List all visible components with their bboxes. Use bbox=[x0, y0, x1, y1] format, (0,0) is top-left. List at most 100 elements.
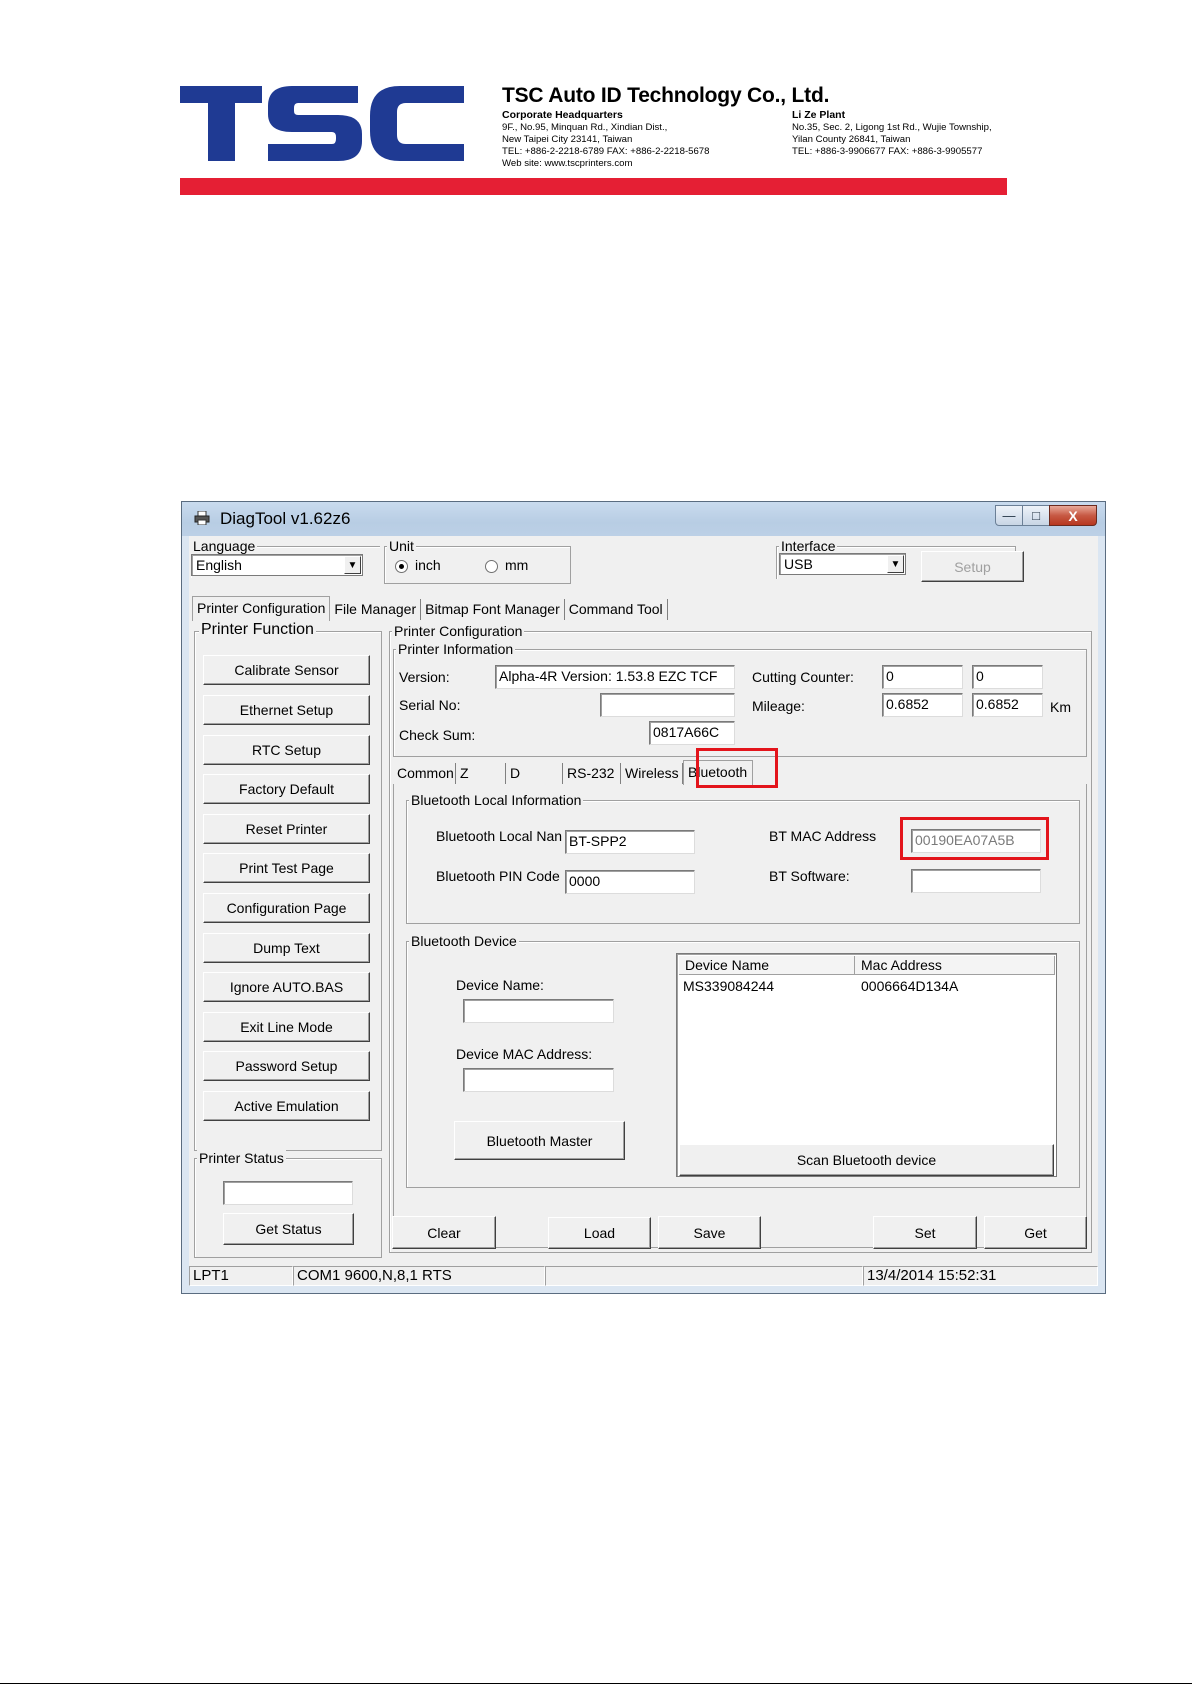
table-row[interactable]: MS339084244 bbox=[683, 978, 774, 994]
language-value: English bbox=[196, 557, 242, 573]
close-icon: X bbox=[1068, 507, 1078, 524]
mac-address-highlight bbox=[900, 817, 1049, 860]
bluetooth-device-list[interactable]: Device Name Mac Address MS339084244 0006… bbox=[676, 953, 1057, 1177]
password-setup-button[interactable]: Password Setup bbox=[203, 1051, 370, 1081]
bt-local-name-field[interactable]: BT-SPP2 bbox=[565, 830, 695, 854]
bluetooth-device-title: Bluetooth Device bbox=[409, 933, 519, 949]
bt-software-field bbox=[911, 869, 1041, 893]
bt-local-name-label: Bluetooth Local Nan bbox=[436, 828, 563, 844]
configuration-page-button[interactable]: Configuration Page bbox=[203, 893, 370, 923]
maximize-button[interactable]: □ bbox=[1022, 505, 1050, 526]
page-footer-rule bbox=[0, 1683, 1192, 1684]
device-mac-address-field[interactable] bbox=[463, 1068, 614, 1092]
window-title: DiagTool v1.62z6 bbox=[220, 509, 351, 528]
print-test-page-button[interactable]: Print Test Page bbox=[203, 853, 370, 883]
status-middle bbox=[545, 1266, 863, 1286]
printer-icon bbox=[194, 511, 210, 525]
cutting-counter-field-2: 0 bbox=[972, 665, 1043, 689]
chevron-down-icon[interactable]: ▼ bbox=[344, 556, 361, 574]
device-list-header: Device Name Mac Address bbox=[679, 956, 1055, 975]
minimize-icon: — bbox=[1002, 508, 1016, 523]
tab-common[interactable]: Common bbox=[393, 763, 456, 784]
status-bar: LPT1 COM1 9600,N,8,1 RTS 13/4/2014 15:52… bbox=[189, 1264, 1098, 1286]
hq-line: 9F., No.95, Minquan Rd., Xindian Dist., bbox=[502, 121, 668, 133]
cutting-counter-label: Cutting Counter: bbox=[752, 669, 854, 685]
calibrate-sensor-button[interactable]: Calibrate Sensor bbox=[203, 655, 370, 685]
minimize-button[interactable]: — bbox=[995, 505, 1023, 526]
column-device-name[interactable]: Device Name bbox=[679, 956, 855, 975]
main-tabs: Printer Configuration File Manager Bitma… bbox=[192, 594, 668, 621]
reset-printer-button[interactable]: Reset Printer bbox=[203, 814, 370, 844]
tab-z[interactable]: Z bbox=[456, 763, 506, 784]
mileage-label: Mileage: bbox=[752, 698, 805, 714]
tab-rs232[interactable]: RS-232 bbox=[563, 763, 621, 784]
status-datetime: 13/4/2014 15:52:31 bbox=[863, 1266, 1098, 1286]
tab-wireless[interactable]: Wireless bbox=[621, 763, 683, 784]
active-emulation-button[interactable]: Active Emulation bbox=[203, 1091, 370, 1121]
device-name-label: Device Name: bbox=[456, 977, 544, 993]
bt-pin-code-label: Bluetooth PIN Code bbox=[436, 868, 560, 884]
factory-default-button[interactable]: Factory Default bbox=[203, 774, 370, 804]
column-mac-address[interactable]: Mac Address bbox=[855, 956, 1055, 975]
chevron-down-icon[interactable]: ▼ bbox=[887, 555, 904, 573]
dump-text-button[interactable]: Dump Text bbox=[203, 933, 370, 963]
hq-website: Web site: www.tscprinters.com bbox=[502, 157, 633, 169]
bt-mac-address-label: BT MAC Address bbox=[769, 828, 877, 844]
tab-bitmap-font-manager[interactable]: Bitmap Font Manager bbox=[421, 599, 565, 620]
ignore-autobas-button[interactable]: Ignore AUTO.BAS bbox=[203, 972, 370, 1002]
rtc-setup-button[interactable]: RTC Setup bbox=[203, 735, 370, 765]
tab-printer-configuration[interactable]: Printer Configuration bbox=[192, 596, 331, 621]
bluetooth-master-button[interactable]: Bluetooth Master bbox=[454, 1121, 625, 1160]
device-name-field[interactable] bbox=[463, 999, 614, 1023]
bt-pin-code-field[interactable]: 0000 bbox=[565, 870, 695, 894]
unit-label: Unit bbox=[387, 538, 416, 554]
load-button[interactable]: Load bbox=[548, 1217, 651, 1249]
unit-mm-label: mm bbox=[505, 557, 529, 573]
letterhead: TSC Auto ID Technology Co., Ltd. Corpora… bbox=[180, 82, 1007, 196]
version-label: Version: bbox=[399, 669, 450, 685]
unit-inch-label: inch bbox=[415, 557, 441, 573]
scan-bluetooth-device-button[interactable]: Scan Bluetooth device bbox=[679, 1144, 1054, 1176]
setup-button[interactable]: Setup bbox=[921, 551, 1024, 582]
bluetooth-local-title: Bluetooth Local Information bbox=[409, 792, 584, 808]
save-button[interactable]: Save bbox=[658, 1216, 761, 1249]
plant-line: TEL: +886-3-9906677 FAX: +886-3-9905577 bbox=[792, 145, 983, 157]
company-name: TSC Auto ID Technology Co., Ltd. bbox=[502, 84, 830, 107]
table-row[interactable]: 0006664D134A bbox=[861, 978, 958, 994]
ethernet-setup-button[interactable]: Ethernet Setup bbox=[203, 695, 370, 725]
plant-address: Li Ze Plant No.35, Sec. 2, Ligong 1st Rd… bbox=[792, 109, 992, 158]
hq-line: New Taipei City 23141, Taiwan bbox=[502, 133, 633, 145]
mileage-field-1: 0.6852 bbox=[882, 693, 963, 717]
tab-file-manager[interactable]: File Manager bbox=[330, 599, 422, 620]
cutting-counter-field-1: 0 bbox=[882, 665, 963, 689]
diagtool-window: DiagTool v1.62z6 — □ X Language English … bbox=[181, 501, 1106, 1294]
printer-status-field bbox=[223, 1181, 353, 1205]
language-select[interactable]: English ▼ bbox=[191, 554, 363, 576]
printer-status-title: Printer Status bbox=[197, 1150, 286, 1166]
printer-configuration-title: Printer Configuration bbox=[392, 623, 525, 639]
get-button[interactable]: Get bbox=[984, 1216, 1087, 1249]
maximize-icon: □ bbox=[1032, 508, 1040, 523]
window-controls: — □ X bbox=[995, 505, 1097, 527]
hq-address: Corporate Headquarters 9F., No.95, Minqu… bbox=[502, 109, 709, 170]
unit-mm-radio[interactable] bbox=[485, 560, 498, 573]
set-button[interactable]: Set bbox=[873, 1216, 977, 1249]
clear-button[interactable]: Clear bbox=[392, 1216, 496, 1249]
unit-inch-radio[interactable] bbox=[395, 560, 408, 573]
device-mac-address-label: Device MAC Address: bbox=[456, 1046, 593, 1062]
title-bar[interactable]: DiagTool v1.62z6 — □ X bbox=[182, 502, 1105, 536]
exit-line-mode-button[interactable]: Exit Line Mode bbox=[203, 1012, 370, 1042]
window-client: Language English ▼ Unit inch mm Interfac… bbox=[189, 536, 1098, 1286]
unit-group: Unit bbox=[384, 538, 571, 584]
tab-d[interactable]: D bbox=[506, 763, 563, 784]
close-button[interactable]: X bbox=[1049, 505, 1097, 526]
interface-value: USB bbox=[784, 556, 813, 572]
printer-function-title: Printer Function bbox=[199, 621, 316, 639]
serial-no-field[interactable] bbox=[600, 693, 735, 717]
mileage-unit: Km bbox=[1050, 699, 1071, 715]
interface-select[interactable]: USB ▼ bbox=[779, 553, 906, 575]
status-com-settings: COM1 9600,N,8,1 RTS bbox=[293, 1266, 545, 1286]
interface-label: Interface bbox=[779, 538, 838, 554]
get-status-button[interactable]: Get Status bbox=[223, 1213, 354, 1245]
tab-command-tool[interactable]: Command Tool bbox=[565, 599, 668, 620]
